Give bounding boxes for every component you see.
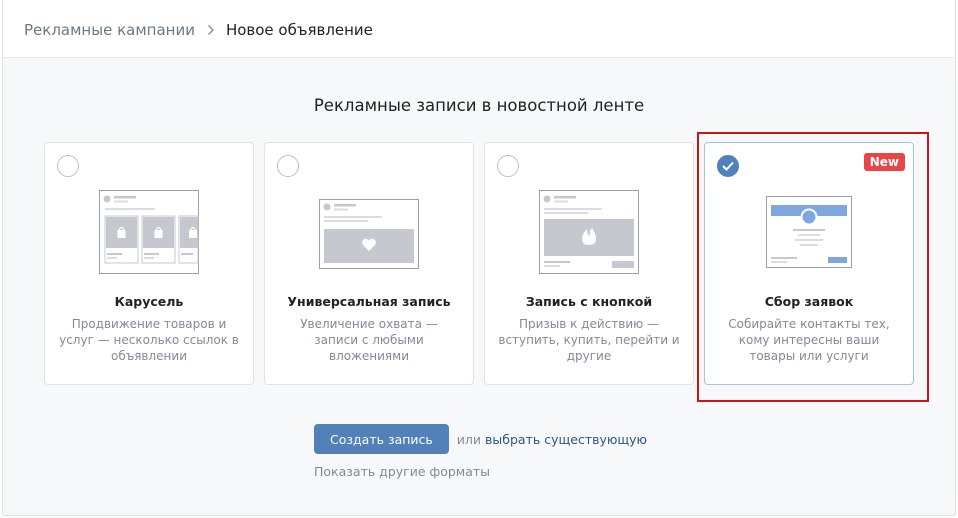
page-header: Рекламные кампании Новое объявление	[3, 0, 955, 58]
show-other-formats-link[interactable]: Показать другие форматы	[314, 464, 490, 479]
format-card-lead-form[interactable]: New Сбор заявок Собирайте контакты тех, …	[704, 142, 914, 385]
breadcrumb: Рекламные кампании Новое объявление	[24, 19, 373, 41]
radio-button[interactable]	[277, 155, 299, 177]
carousel-illustration	[99, 190, 199, 274]
button-post-illustration	[539, 190, 639, 274]
create-post-button[interactable]: Создать запись	[314, 424, 449, 454]
card-description: Призыв к действию — вступить, купить, пе…	[498, 317, 680, 363]
lead-form-illustration	[766, 196, 852, 268]
universal-post-illustration	[319, 199, 419, 269]
radio-button[interactable]	[57, 155, 79, 177]
card-title: Запись с кнопкой	[525, 294, 653, 309]
card-description: Увеличение охвата — записи с любыми влож…	[300, 317, 438, 363]
card-title: Карусель	[114, 294, 184, 309]
section-title: Рекламные записи в новостной ленте	[313, 96, 645, 115]
radio-button-checked[interactable]	[717, 155, 739, 177]
card-title: Универсальная запись	[287, 294, 451, 309]
format-card-button-post[interactable]: Запись с кнопкой Призыв к действию — вст…	[484, 142, 694, 385]
card-description: Собирайте контакты тех, кому интересны в…	[728, 317, 890, 363]
card-description: Продвижение товаров и услуг — несколько …	[59, 317, 239, 363]
format-card-universal-post[interactable]: Универсальная запись Увеличение охвата —…	[264, 142, 474, 385]
breadcrumb-campaigns-link[interactable]: Рекламные кампании	[24, 21, 195, 39]
new-badge: New	[863, 153, 905, 171]
format-card-carousel[interactable]: Карусель Продвижение товаров и услуг — н…	[44, 142, 254, 385]
or-text: или	[456, 431, 482, 447]
breadcrumb-current: Новое объявление	[225, 21, 373, 39]
action-row: Создать запись или выбрать существующую	[314, 424, 647, 454]
choose-existing-link[interactable]: выбрать существующую	[485, 432, 647, 447]
chevron-right-icon	[200, 19, 222, 41]
card-title: Сбор заявок	[764, 294, 854, 309]
check-icon	[722, 161, 734, 171]
radio-button[interactable]	[497, 155, 519, 177]
